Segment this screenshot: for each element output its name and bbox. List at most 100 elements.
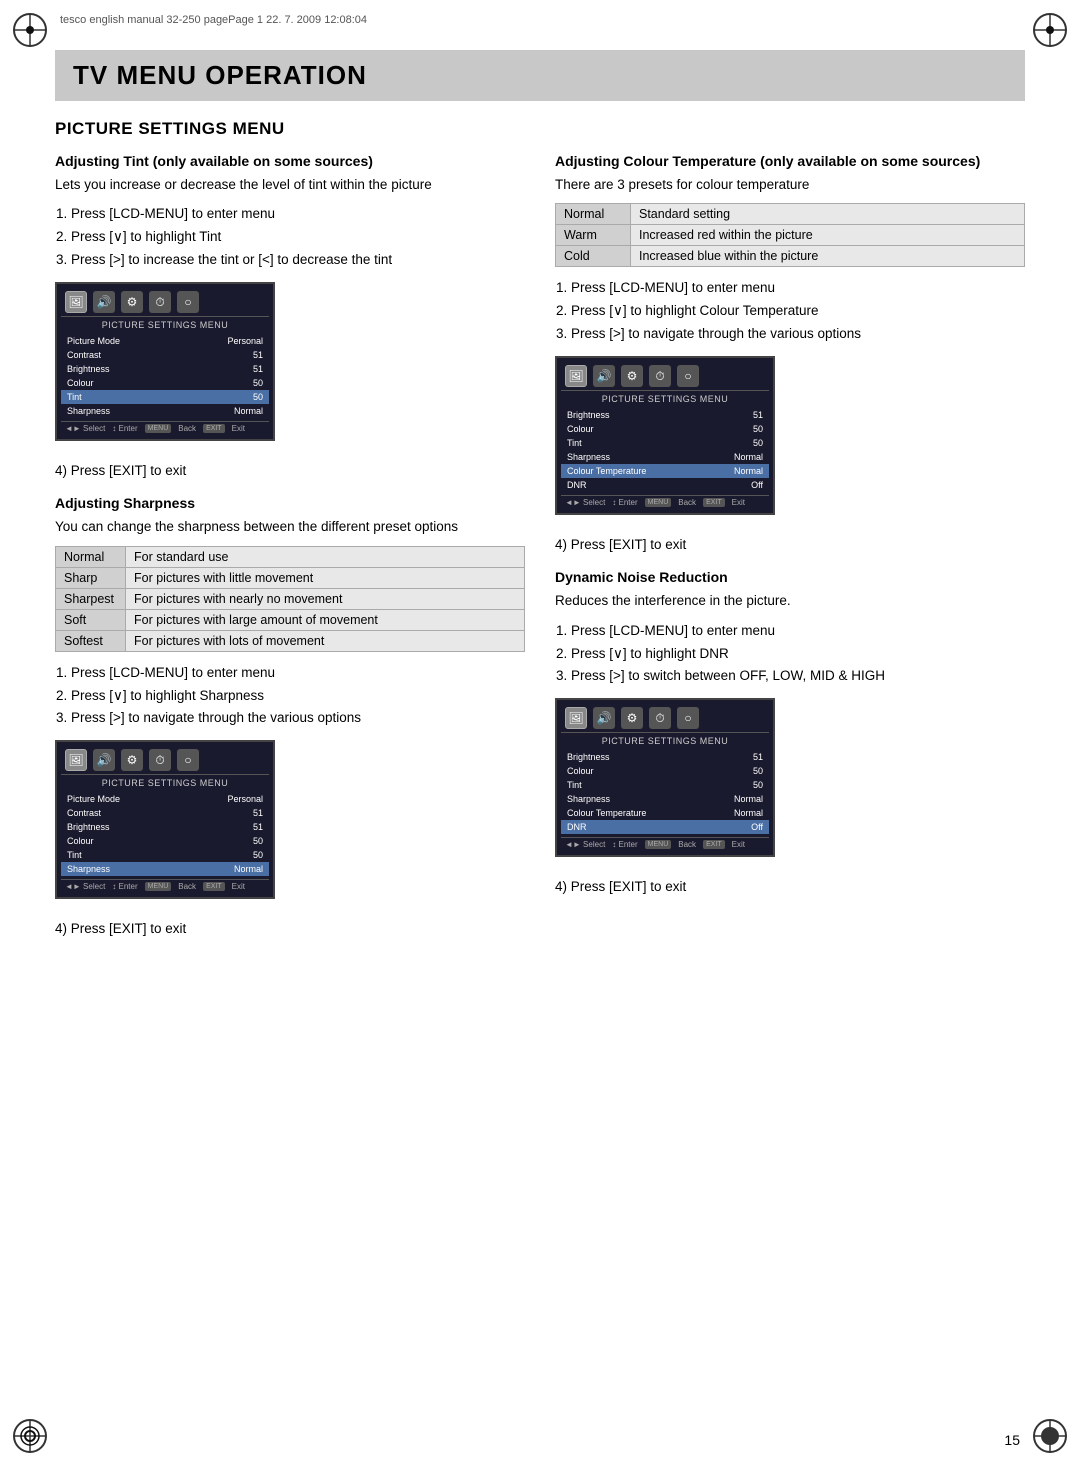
tv-menu-3-wrap: 🖼 🔊 ⚙ ⏱ ○ PICTURE SETTINGS MENU Picture …: [55, 740, 525, 909]
tv-menu-4-title: PICTURE SETTINGS MENU: [561, 736, 769, 746]
tint-section: Adjusting Tint (only available on some s…: [55, 153, 525, 481]
corner-mark-bl: [10, 1416, 50, 1456]
tv-menu-3-row-2: Brightness51: [61, 820, 269, 834]
tv-menu-2: 🖼 🔊 ⚙ ⏱ ○ PICTURE SETTINGS MENU Brightne…: [555, 356, 775, 515]
tv-menu-3-icons: 🖼 🔊 ⚙ ⏱ ○: [61, 746, 269, 775]
sharpness-desc-sharpest: For pictures with nearly no movement: [126, 588, 525, 609]
sharpness-exit: 4) Press [EXIT] to exit: [55, 919, 525, 939]
sharpness-step-2: Press [∨] to highlight Sharpness: [71, 685, 525, 708]
colour-temp-steps: Press [LCD-MENU] to enter menu Press [∨]…: [571, 277, 1025, 346]
colour-temp-label-cold: Cold: [556, 246, 631, 267]
tv-icon-settings: ⚙: [121, 291, 143, 313]
tv-menu-3-footer: ◄► Select↕ EnterMENUBackEXITExit: [61, 879, 269, 893]
sharpness-desc-normal: For standard use: [126, 546, 525, 567]
tv-menu-2-wrap: 🖼 🔊 ⚙ ⏱ ○ PICTURE SETTINGS MENU Brightne…: [555, 356, 1025, 525]
sharpness-desc-soft: For pictures with large amount of moveme…: [126, 609, 525, 630]
dnr-steps: Press [LCD-MENU] to enter menu Press [∨]…: [571, 620, 1025, 689]
colour-temp-para: There are 3 presets for colour temperatu…: [555, 175, 1025, 195]
left-column: Adjusting Tint (only available on some s…: [55, 153, 525, 954]
dnr-heading: Dynamic Noise Reduction: [555, 569, 1025, 585]
tv-menu-3-row-4: Tint50: [61, 848, 269, 862]
sharpness-section: Adjusting Sharpness You can change the s…: [55, 495, 525, 939]
sharpness-label-sharp: Sharp: [56, 567, 126, 588]
tv-menu-3-row-3: Colour50: [61, 834, 269, 848]
sharpness-label-softest: Softest: [56, 630, 126, 651]
tv-menu-4-row-2: Tint50: [561, 778, 769, 792]
tv-menu-2-title: PICTURE SETTINGS MENU: [561, 394, 769, 404]
section-heading: PICTURE SETTINGS MENU: [55, 119, 1025, 139]
dnr-para: Reduces the interference in the picture.: [555, 591, 1025, 611]
tv-menu-2-row-5: DNROff: [561, 478, 769, 492]
tv-icon-4-picture: 🖼: [565, 707, 587, 729]
corner-mark-tl: [10, 10, 50, 50]
tv-menu-3: 🖼 🔊 ⚙ ⏱ ○ PICTURE SETTINGS MENU Picture …: [55, 740, 275, 899]
tint-step-1: Press [LCD-MENU] to enter menu: [71, 203, 525, 226]
corner-mark-br: [1030, 1416, 1070, 1456]
tv-icon-3-picture: 🖼: [65, 749, 87, 771]
tint-exit: 4) Press [EXIT] to exit: [55, 461, 525, 481]
tint-step-2: Press [∨] to highlight Tint: [71, 226, 525, 249]
tv-icon-picture: 🖼: [65, 291, 87, 313]
sharpness-desc-softest: For pictures with lots of movement: [126, 630, 525, 651]
tv-menu-2-row-4-highlighted: Colour TemperatureNormal: [561, 464, 769, 478]
tv-icon-2-misc: ○: [677, 365, 699, 387]
tv-icon-2-time: ⏱: [649, 365, 671, 387]
dnr-step-3: Press [>] to switch between OFF, LOW, MI…: [571, 665, 1025, 688]
tv-menu-3-title: PICTURE SETTINGS MENU: [61, 778, 269, 788]
tv-menu-4-row-3: SharpnessNormal: [561, 792, 769, 806]
two-col-layout: Adjusting Tint (only available on some s…: [55, 153, 1025, 954]
tv-menu-4-row-5-highlighted: DNROff: [561, 820, 769, 834]
tv-icon-2-settings: ⚙: [621, 365, 643, 387]
tv-icon-3-time: ⏱: [149, 749, 171, 771]
tv-menu-1: 🖼 🔊 ⚙ ⏱ ○ PICTURE SETTINGS MENU Picture …: [55, 282, 275, 441]
dnr-step-2: Press [∨] to highlight DNR: [571, 643, 1025, 666]
tint-steps: Press [LCD-MENU] to enter menu Press [∨]…: [71, 203, 525, 272]
tv-menu-4-row-0: Brightness51: [561, 750, 769, 764]
tint-heading: Adjusting Tint (only available on some s…: [55, 153, 525, 169]
sharpness-row-softest: Softest For pictures with lots of moveme…: [56, 630, 525, 651]
tv-icon-3-settings: ⚙: [121, 749, 143, 771]
tv-menu-1-row-1: Contrast51: [61, 348, 269, 362]
tv-menu-4: 🖼 🔊 ⚙ ⏱ ○ PICTURE SETTINGS MENU Brightne…: [555, 698, 775, 857]
colour-temp-label-normal: Normal: [556, 204, 631, 225]
tv-menu-1-row-0: Picture ModePersonal: [61, 334, 269, 348]
colour-temp-section: Adjusting Colour Temperature (only avail…: [555, 153, 1025, 555]
tv-menu-1-row-5: SharpnessNormal: [61, 404, 269, 418]
colour-temp-desc-warm: Increased red within the picture: [631, 225, 1025, 246]
tv-menu-2-footer: ◄► Select↕ EnterMENUBackEXITExit: [561, 495, 769, 509]
tv-menu-4-footer: ◄► Select↕ EnterMENUBackEXITExit: [561, 837, 769, 851]
tv-menu-4-wrap: 🖼 🔊 ⚙ ⏱ ○ PICTURE SETTINGS MENU Brightne…: [555, 698, 1025, 867]
tv-icon-2-picture: 🖼: [565, 365, 587, 387]
tv-icon-3-misc: ○: [177, 749, 199, 771]
colour-temp-row-cold: Cold Increased blue within the picture: [556, 246, 1025, 267]
sharpness-step-1: Press [LCD-MENU] to enter menu: [71, 662, 525, 685]
tv-icon-misc: ○: [177, 291, 199, 313]
tv-menu-2-row-1: Colour50: [561, 422, 769, 436]
tv-menu-3-row-0: Picture ModePersonal: [61, 792, 269, 806]
colour-temp-step-2: Press [∨] to highlight Colour Temperatur…: [571, 300, 1025, 323]
page-header: tesco english manual 32-250 pagePage 1 2…: [60, 14, 367, 26]
tv-menu-4-row-4: Colour TemperatureNormal: [561, 806, 769, 820]
colour-temp-table: Normal Standard setting Warm Increased r…: [555, 203, 1025, 267]
tv-icon-4-time: ⏱: [649, 707, 671, 729]
tv-icon-2-sound: 🔊: [593, 365, 615, 387]
colour-temp-row-warm: Warm Increased red within the picture: [556, 225, 1025, 246]
tv-icon-sound: 🔊: [93, 291, 115, 313]
tv-menu-2-row-0: Brightness51: [561, 408, 769, 422]
sharpness-table: Normal For standard use Sharp For pictur…: [55, 546, 525, 652]
colour-temp-exit: 4) Press [EXIT] to exit: [555, 535, 1025, 555]
tv-menu-4-row-1: Colour50: [561, 764, 769, 778]
tv-menu-3-row-5-highlighted: SharpnessNormal: [61, 862, 269, 876]
sharpness-row-soft: Soft For pictures with large amount of m…: [56, 609, 525, 630]
tv-icon-4-misc: ○: [677, 707, 699, 729]
tv-icon-4-settings: ⚙: [621, 707, 643, 729]
corner-mark-tr: [1030, 10, 1070, 50]
page-number: 15: [1004, 1432, 1020, 1448]
right-column: Adjusting Colour Temperature (only avail…: [555, 153, 1025, 954]
tv-icon-4-sound: 🔊: [593, 707, 615, 729]
tv-menu-2-icons: 🖼 🔊 ⚙ ⏱ ○: [561, 362, 769, 391]
sharpness-label-soft: Soft: [56, 609, 126, 630]
tv-menu-2-row-3: SharpnessNormal: [561, 450, 769, 464]
tv-menu-4-icons: 🖼 🔊 ⚙ ⏱ ○: [561, 704, 769, 733]
sharpness-desc-sharp: For pictures with little movement: [126, 567, 525, 588]
